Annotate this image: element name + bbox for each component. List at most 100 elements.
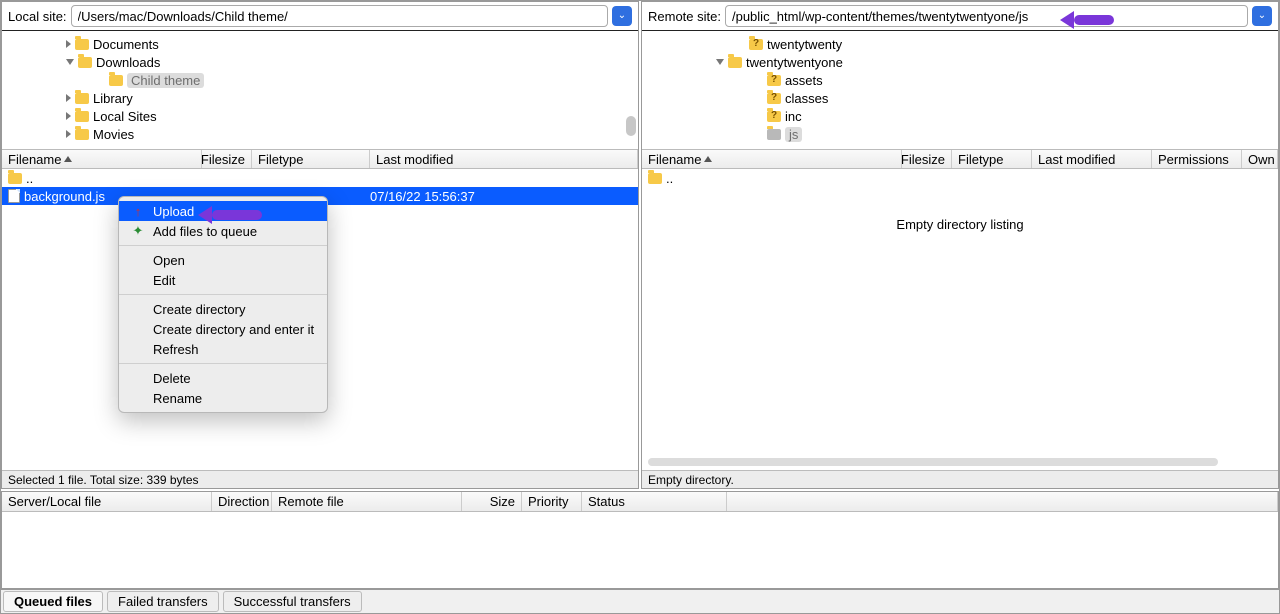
folder-icon (75, 93, 89, 104)
col-direction[interactable]: Direction (212, 492, 272, 511)
tab-failed-transfers[interactable]: Failed transfers (107, 591, 219, 612)
disclosure-triangle-icon[interactable] (66, 59, 74, 65)
col-size[interactable]: Size (462, 492, 522, 511)
folder-icon (767, 75, 781, 86)
menu-open[interactable]: Open (119, 250, 327, 270)
tree-item-label: inc (785, 109, 802, 124)
menu-create-dir[interactable]: Create directory (119, 299, 327, 319)
tree-item[interactable]: twentytwenty (642, 35, 1278, 53)
folder-icon (767, 129, 781, 140)
tree-item[interactable]: Downloads (2, 53, 638, 71)
tree-item[interactable]: inc (642, 107, 1278, 125)
folder-icon (749, 39, 763, 50)
tree-item[interactable]: Movies (2, 125, 638, 143)
col-status[interactable]: Status (582, 492, 727, 511)
tree-item[interactable]: assets (642, 71, 1278, 89)
remote-site-label: Remote site: (648, 9, 721, 24)
tree-item-label: Child theme (127, 73, 204, 88)
tree-item-label: classes (785, 91, 828, 106)
queue-headers: Server/Local file Direction Remote file … (2, 492, 1278, 512)
tree-item[interactable]: js (642, 125, 1278, 143)
tab-successful-transfers[interactable]: Successful transfers (223, 591, 362, 612)
col-permissions[interactable]: Permissions (1152, 150, 1242, 168)
parent-dir-row[interactable]: .. (642, 169, 1278, 187)
folder-icon (75, 39, 89, 50)
upload-icon: ↑ (131, 204, 145, 219)
bottom-tabs: Queued files Failed transfers Successful… (1, 589, 1279, 613)
local-status-bar: Selected 1 file. Total size: 339 bytes (2, 470, 638, 488)
tree-item-label: twentytwentyone (746, 55, 843, 70)
remote-file-headers: Filename Filesize Filetype Last modified… (642, 149, 1278, 169)
disclosure-triangle-icon[interactable] (66, 40, 71, 48)
scrollbar-thumb[interactable] (626, 116, 636, 136)
transfer-queue-pane: Server/Local file Direction Remote file … (1, 491, 1279, 589)
remote-path-input[interactable] (725, 5, 1248, 27)
local-site-label: Local site: (8, 9, 67, 24)
menu-add-queue[interactable]: ✦Add files to queue (119, 221, 327, 241)
menu-separator (119, 245, 327, 246)
sort-asc-icon (64, 156, 72, 162)
local-tree[interactable]: Documents Downloads Child theme Library Loca… (2, 31, 638, 149)
scrollbar-horizontal[interactable] (648, 458, 1218, 466)
tree-item-label: twentytwenty (767, 37, 842, 52)
disclosure-triangle-icon[interactable] (66, 94, 71, 102)
col-lastmod[interactable]: Last modified (1032, 150, 1152, 168)
remote-path-dropdown[interactable]: ⌄ (1252, 6, 1272, 26)
remote-status-bar: Empty directory. (642, 470, 1278, 488)
chevron-down-icon: ⌄ (618, 11, 626, 21)
empty-listing-message: Empty directory listing (642, 187, 1278, 232)
tree-item[interactable]: twentytwentyone (642, 53, 1278, 71)
chevron-down-icon: ⌄ (1258, 11, 1266, 21)
tree-item-label: Downloads (96, 55, 160, 70)
folder-icon (109, 75, 123, 86)
col-filesize[interactable]: Filesize (202, 150, 252, 168)
col-owner[interactable]: Own (1242, 150, 1278, 168)
local-file-headers: Filename Filesize Filetype Last modified (2, 149, 638, 169)
tree-item[interactable]: Local Sites (2, 107, 638, 125)
tree-item[interactable]: Library (2, 89, 638, 107)
col-priority[interactable]: Priority (522, 492, 582, 511)
col-remote-file[interactable]: Remote file (272, 492, 462, 511)
add-queue-icon: ✦ (131, 223, 145, 239)
folder-icon (75, 111, 89, 122)
queue-body[interactable] (2, 512, 1278, 588)
menu-separator (119, 294, 327, 295)
folder-icon (767, 93, 781, 104)
disclosure-triangle-icon[interactable] (716, 59, 724, 65)
col-filesize[interactable]: Filesize (902, 150, 952, 168)
disclosure-triangle-icon[interactable] (66, 112, 71, 120)
tree-item-label: assets (785, 73, 823, 88)
tree-item[interactable]: classes (642, 89, 1278, 107)
remote-tree[interactable]: twentytwenty twentytwentyone assets classes… (642, 31, 1278, 149)
menu-rename[interactable]: Rename (119, 388, 327, 408)
tree-item-label: Library (93, 91, 133, 106)
folder-icon (78, 57, 92, 68)
disclosure-triangle-icon[interactable] (66, 130, 71, 138)
remote-filelist[interactable]: .. Empty directory listing (642, 169, 1278, 470)
tree-item-label: Local Sites (93, 109, 157, 124)
tab-queued-files[interactable]: Queued files (3, 591, 103, 612)
menu-delete[interactable]: Delete (119, 368, 327, 388)
col-lastmod[interactable]: Last modified (370, 150, 638, 168)
folder-icon (75, 129, 89, 140)
tree-item[interactable]: Child theme (2, 71, 638, 89)
menu-separator (119, 363, 327, 364)
local-path-dropdown[interactable]: ⌄ (612, 6, 632, 26)
menu-create-dir-enter[interactable]: Create directory and enter it (119, 319, 327, 339)
folder-icon (767, 111, 781, 122)
col-filetype[interactable]: Filetype (952, 150, 1032, 168)
folder-icon (728, 57, 742, 68)
local-path-input[interactable] (71, 5, 608, 27)
col-server-local[interactable]: Server/Local file (2, 492, 212, 511)
remote-pane: Remote site: ⌄ twentytwenty twentytwentyo… (641, 1, 1279, 489)
col-filename[interactable]: Filename (2, 150, 202, 168)
parent-dir-row[interactable]: .. (2, 169, 638, 187)
sort-asc-icon (704, 156, 712, 162)
menu-refresh[interactable]: Refresh (119, 339, 327, 359)
col-filetype[interactable]: Filetype (252, 150, 370, 168)
tree-item-label: js (785, 127, 802, 142)
col-filename[interactable]: Filename (642, 150, 902, 168)
tree-item[interactable]: Documents (2, 35, 638, 53)
menu-upload[interactable]: ↑Upload (119, 201, 327, 221)
menu-edit[interactable]: Edit (119, 270, 327, 290)
